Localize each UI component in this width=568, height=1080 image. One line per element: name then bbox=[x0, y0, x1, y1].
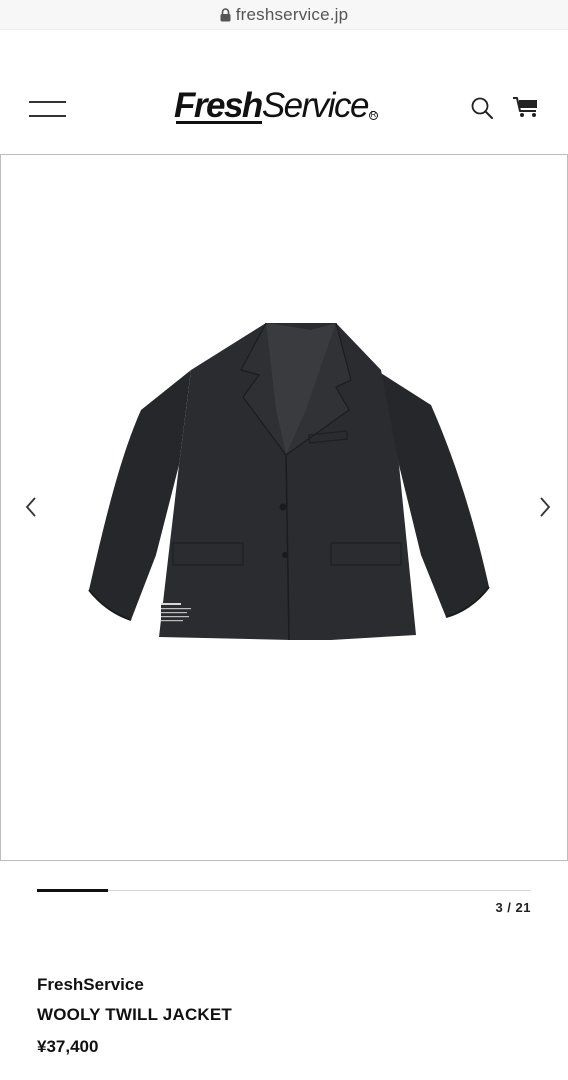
site-logo[interactable]: Fresh Service R bbox=[174, 86, 379, 126]
product-gallery[interactable] bbox=[0, 154, 568, 861]
slide-counter: 3 / 21 bbox=[495, 900, 531, 915]
logo-underline bbox=[176, 121, 262, 124]
product-image-jacket bbox=[88, 322, 490, 641]
product-brand[interactable]: FreshService bbox=[37, 975, 232, 995]
cart-icon[interactable] bbox=[512, 95, 540, 119]
hamburger-menu-icon[interactable] bbox=[29, 99, 66, 119]
url-text: freshservice.jp bbox=[235, 4, 349, 24]
lock-icon bbox=[220, 7, 231, 21]
product-info: FreshService WOOLY TWILL JACKET ¥37,400 bbox=[37, 975, 232, 1057]
search-icon[interactable] bbox=[470, 96, 494, 120]
chevron-right-icon[interactable] bbox=[535, 495, 555, 519]
browser-url-bar[interactable]: freshservice.jp bbox=[0, 0, 568, 30]
chevron-left-icon[interactable] bbox=[21, 495, 41, 519]
slide-progress-track bbox=[37, 890, 531, 891]
logo-service: Service bbox=[261, 86, 370, 125]
product-price: ¥37,400 bbox=[37, 1037, 99, 1056]
slide-progress-fill bbox=[37, 889, 108, 892]
logo-registered-mark: R bbox=[369, 110, 379, 120]
site-header: Fresh Service R bbox=[0, 66, 568, 154]
product-name: WOOLY TWILL JACKET bbox=[37, 1005, 233, 1024]
logo-fresh: Fresh bbox=[174, 86, 263, 125]
